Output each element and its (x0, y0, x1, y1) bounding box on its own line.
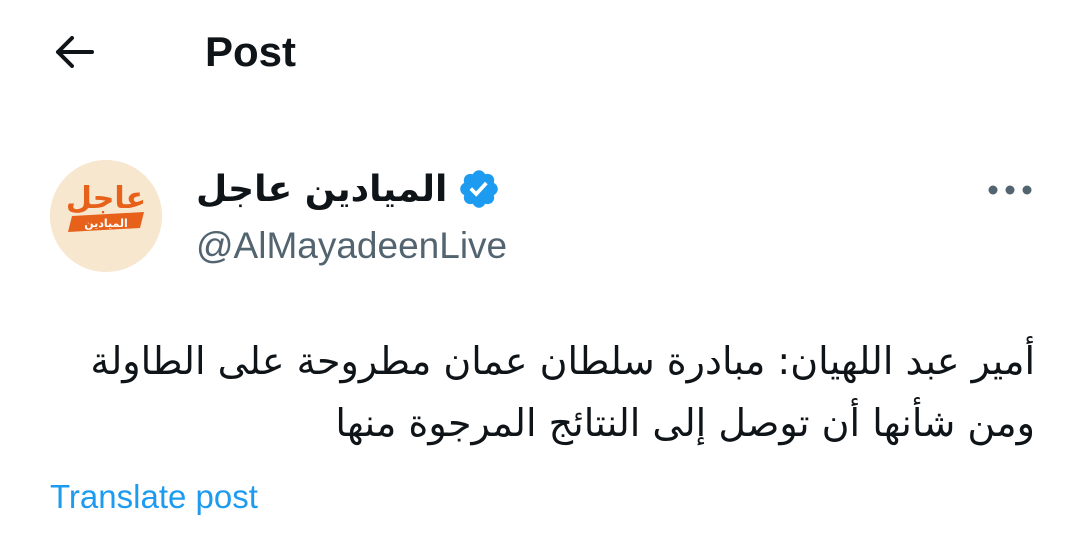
arrow-left-icon (56, 36, 94, 68)
more-options-button[interactable] (980, 170, 1040, 210)
svg-text:الميادين: الميادين (84, 217, 128, 230)
verified-badge-icon (460, 170, 499, 208)
avatar[interactable]: عاجل الميادين (50, 160, 162, 272)
author-handle[interactable]: @AlMayadeenLive (196, 222, 507, 270)
back-button[interactable] (44, 26, 104, 78)
translate-post-link[interactable]: Translate post (50, 475, 258, 519)
post-text-line: ومن شأنها أن توصل إلى النتائج المرجوة من… (335, 401, 1035, 445)
svg-text:عاجل: عاجل (66, 181, 146, 216)
page-title: Post (205, 28, 297, 75)
display-name[interactable]: الميادين عاجل (196, 169, 447, 210)
more-horizontal-icon (988, 185, 1032, 195)
al-mayadeen-logo: عاجل الميادين (50, 160, 162, 272)
post-header: Post (0, 0, 1080, 104)
post-text-line: أمير عبد اللهيان: مبادرة سلطان عمان مطرو… (90, 339, 1035, 383)
post-text: أمير عبد اللهيان: مبادرة سلطان عمان مطرو… (40, 330, 1035, 454)
author-name-row: الميادين عاجل (196, 164, 501, 214)
